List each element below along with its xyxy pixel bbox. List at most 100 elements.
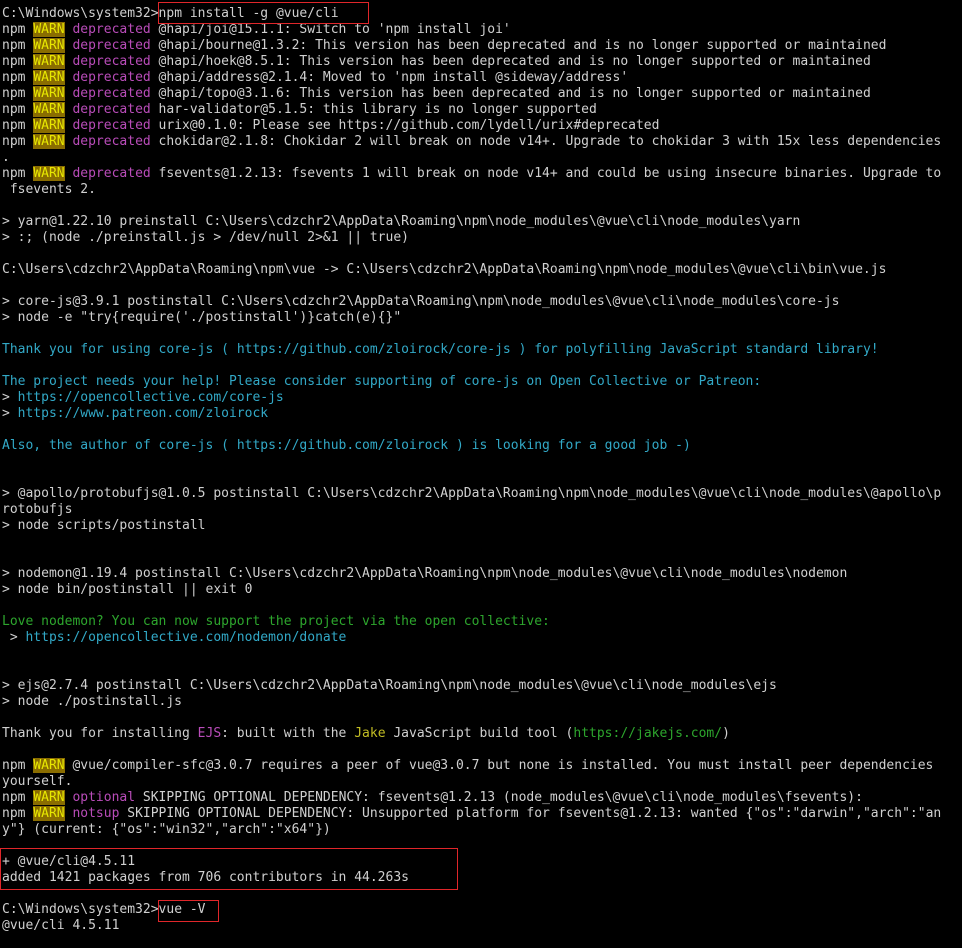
terminal-text: deprecated (64, 118, 151, 133)
terminal-line: > ejs@2.7.4 postinstall C:\Users\cdzchr2… (0, 678, 962, 694)
terminal-line: . (0, 150, 962, 166)
terminal-line: fsevents 2. (0, 182, 962, 198)
warn-badge: WARN (33, 86, 65, 101)
terminal-text: notsup (64, 806, 120, 821)
terminal-text: ) (722, 726, 730, 741)
terminal-line: C:\Windows\system32>npm install -g @vue/… (0, 6, 962, 22)
terminal-text: npm (2, 758, 34, 773)
terminal-line: > https://www.patreon.com/zloirock (0, 406, 962, 422)
terminal-text: fsevents@1.2.13: fsevents 1 will break o… (150, 166, 942, 181)
terminal-line: Thank you for using core-js ( https://gi… (0, 342, 962, 358)
terminal-text: https://opencollective.com/nodemon/donat… (25, 630, 347, 645)
terminal-text: npm (2, 118, 34, 133)
terminal-text: deprecated (64, 70, 151, 85)
terminal-text: https://opencollective.com/core-js (17, 390, 284, 405)
terminal-text: > @apollo/protobufjs@1.0.5 postinstall C… (2, 486, 942, 501)
warn-badge: WARN (33, 806, 65, 821)
terminal-line: npm WARN optional SKIPPING OPTIONAL DEPE… (0, 790, 962, 806)
terminal-text: @vue/compiler-sfc@3.0.7 requires a peer … (64, 758, 934, 773)
terminal-text: ) for polyfilling JavaScript standard li… (510, 342, 879, 357)
terminal-line: npm WARN deprecated har-validator@5.1.5:… (0, 102, 962, 118)
terminal-text: @hapi/joi@15.1.1: Switch to 'npm install… (150, 22, 511, 37)
terminal-text: > yarn@1.22.10 preinstall C:\Users\cdzch… (2, 214, 801, 229)
terminal-text: npm (2, 86, 34, 101)
terminal-text: SKIPPING OPTIONAL DEPENDENCY: Unsupporte… (119, 806, 942, 821)
terminal-line: npm WARN notsup SKIPPING OPTIONAL DEPEND… (0, 806, 962, 822)
terminal-text: https://github.com/zloirock (236, 438, 449, 453)
terminal-text: added 1421 packages from 706 contributor… (2, 870, 409, 885)
terminal-text: C:\Windows\system32> (2, 902, 159, 917)
terminal-text: deprecated (64, 54, 151, 69)
terminal-line: npm WARN deprecated @hapi/joi@15.1.1: Sw… (0, 22, 962, 38)
terminal-line: The project needs your help! Please cons… (0, 374, 962, 390)
terminal-text: npm (2, 54, 34, 69)
terminal-line: npm WARN deprecated chokidar@2.1.8: Chok… (0, 134, 962, 150)
terminal-line: > https://opencollective.com/core-js (0, 390, 962, 406)
warn-badge: WARN (33, 790, 65, 805)
terminal-text: rotobufjs (2, 502, 73, 517)
terminal-text: @vue/cli 4.5.11 (2, 918, 120, 933)
warn-badge: WARN (33, 118, 65, 133)
terminal-line: > node scripts/postinstall (0, 518, 962, 534)
terminal-line: npm WARN deprecated fsevents@1.2.13: fse… (0, 166, 962, 182)
terminal-text: vue -V (158, 902, 206, 917)
terminal-text: Jake (354, 726, 386, 741)
terminal-text: https://jakejs.com/ (573, 726, 723, 741)
terminal-text: npm (2, 806, 34, 821)
terminal-text: deprecated (64, 102, 151, 117)
terminal-text: @hapi/topo@3.1.6: This version has been … (150, 86, 871, 101)
terminal-line: npm WARN deprecated urix@0.1.0: Please s… (0, 118, 962, 134)
terminal-text: > (2, 630, 26, 645)
terminal-line: npm WARN deprecated @hapi/bourne@1.3.2: … (0, 38, 962, 54)
terminal-text: EJS (197, 726, 222, 741)
terminal-text: npm (2, 38, 34, 53)
terminal-text: > nodemon@1.19.4 postinstall C:\Users\cd… (2, 566, 848, 581)
terminal-text: deprecated (64, 166, 151, 181)
terminal-text: > node bin/postinstall || exit 0 (2, 582, 253, 597)
terminal-text: optional (64, 790, 136, 805)
terminal-line: npm WARN deprecated @hapi/topo@3.1.6: Th… (0, 86, 962, 102)
terminal-text: > node scripts/postinstall (2, 518, 206, 533)
terminal-line: npm WARN deprecated @hapi/address@2.1.4:… (0, 70, 962, 86)
terminal-line: > node bin/postinstall || exit 0 (0, 582, 962, 598)
terminal-text: urix@0.1.0: Please see https://github.co… (150, 118, 660, 133)
terminal-text: npm (2, 790, 34, 805)
terminal-text: npm (2, 134, 34, 149)
terminal-line: Thank you for installing EJS: built with… (0, 726, 962, 742)
terminal-text: C:\Users\cdzchr2\AppData\Roaming\npm\vue… (2, 262, 887, 277)
warn-badge: WARN (33, 38, 65, 53)
terminal-line: > node -e "try{require('./postinstall')}… (0, 310, 962, 326)
terminal-line: C:\Windows\system32>vue -V (0, 902, 962, 918)
terminal-text: SKIPPING OPTIONAL DEPENDENCY: fsevents@1… (135, 790, 863, 805)
terminal-line: npm WARN @vue/compiler-sfc@3.0.7 require… (0, 758, 962, 774)
terminal-text: deprecated (64, 86, 151, 101)
terminal-text: > (2, 406, 18, 421)
warn-badge: WARN (33, 54, 65, 69)
warn-badge: WARN (33, 758, 65, 773)
terminal-line: C:\Users\cdzchr2\AppData\Roaming\npm\vue… (0, 262, 962, 278)
terminal-text: har-validator@5.1.5: this library is no … (150, 102, 597, 117)
terminal-text: : built with the (221, 726, 355, 741)
terminal-line: @vue/cli 4.5.11 (0, 918, 962, 934)
warn-badge: WARN (33, 166, 65, 181)
terminal-text: > ejs@2.7.4 postinstall C:\Users\cdzchr2… (2, 678, 777, 693)
terminal-line: > yarn@1.22.10 preinstall C:\Users\cdzch… (0, 214, 962, 230)
terminal-text: yourself. (2, 774, 73, 789)
terminal-text: https://github.com/zloirock/core-js (236, 342, 511, 357)
warn-badge: WARN (33, 134, 65, 149)
terminal-text: Thank you for using core-js ( (2, 342, 237, 357)
terminal-text: > node ./postinstall.js (2, 694, 183, 709)
terminal-text: npm (2, 22, 34, 37)
terminal-text: npm (2, 166, 34, 181)
terminal-line: > :; (node ./preinstall.js > /dev/null 2… (0, 230, 962, 246)
terminal-text: deprecated (64, 134, 151, 149)
terminal-text: Also, the author of core-js ( (2, 438, 237, 453)
terminal-window[interactable]: C:\Windows\system32>npm install -g @vue/… (0, 0, 962, 948)
